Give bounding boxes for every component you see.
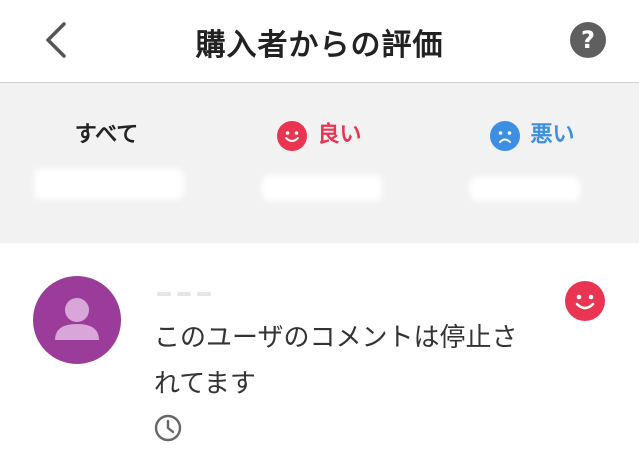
tab-all-label: すべて bbox=[74, 122, 139, 148]
tab-all-count-redacted bbox=[34, 169, 184, 199]
app-header: 購入者からの評価 ? bbox=[0, 0, 639, 83]
help-button[interactable]: ? bbox=[570, 22, 606, 58]
tab-all[interactable]: すべて bbox=[0, 83, 213, 243]
tab-good-count-redacted bbox=[262, 175, 382, 201]
page-title: 購入者からの評価 bbox=[195, 28, 444, 63]
tab-bad[interactable]: 悪い bbox=[426, 83, 639, 243]
tab-good[interactable]: 良い bbox=[213, 83, 426, 243]
question-circle-icon: ? bbox=[581, 26, 595, 54]
frown-face-icon bbox=[490, 120, 521, 151]
smile-face-icon bbox=[277, 120, 308, 151]
review-item: このユーザのコメントは停止さ れてます bbox=[0, 243, 639, 463]
user-silhouette-icon bbox=[55, 298, 99, 340]
tab-bad-label: 悪い bbox=[530, 122, 575, 148]
clock-icon bbox=[153, 413, 183, 443]
rating-tabs: すべて 良い 悪い bbox=[0, 83, 639, 325]
tab-good-label: 良い bbox=[317, 122, 362, 148]
review-comment-line2: れてます bbox=[154, 369, 256, 399]
tab-bad-count-redacted bbox=[470, 177, 580, 201]
reviewer-name-redacted bbox=[157, 289, 227, 299]
review-comment-line1: このユーザのコメントは停止さ bbox=[154, 323, 518, 353]
review-rating-smile-face-icon bbox=[565, 281, 605, 321]
avatar[interactable] bbox=[33, 276, 121, 364]
review-comment: このユーザのコメントは停止さ れてます bbox=[154, 315, 554, 407]
